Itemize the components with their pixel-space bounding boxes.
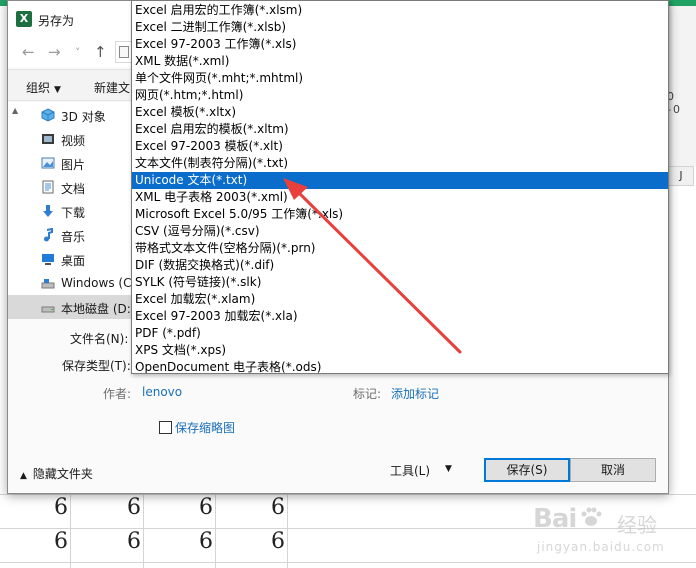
sidebar-item-music[interactable]: 音乐 xyxy=(8,223,134,247)
file-type-option[interactable]: XML 电子表格 2003(*.xml) xyxy=(132,189,668,206)
sidebar-item-3d-objects[interactable]: 3D 对象 xyxy=(8,103,134,127)
sidebar-item-label: 文档 xyxy=(61,182,86,196)
sidebar-item-windows-c[interactable]: Windows (C: xyxy=(8,271,136,295)
desktop-icon xyxy=(40,251,56,267)
sidebar-item-pictures[interactable]: 图片 xyxy=(8,151,134,175)
recent-locations-icon[interactable]: ˅ xyxy=(75,46,81,59)
sidebar-item-downloads[interactable]: 下载 xyxy=(8,199,134,223)
author-label: 作者: xyxy=(103,387,132,401)
ribbon-glyphs: 0 -0 xyxy=(667,90,682,116)
forward-arrow-icon[interactable]: → xyxy=(48,43,61,61)
paw-icon xyxy=(581,507,602,526)
file-type-option[interactable]: Excel 97-2003 加载宏(*.xla) xyxy=(132,308,668,325)
file-type-option[interactable]: Excel 97-2003 工作簿(*.xls) xyxy=(132,36,668,53)
save-button[interactable]: 保存(S) xyxy=(484,458,570,482)
chevron-up-icon: ▲ xyxy=(20,471,27,481)
file-type-option[interactable]: 文本文件(制表符分隔)(*.txt) xyxy=(132,155,668,172)
tools-caret-icon[interactable]: ▼ xyxy=(445,464,452,474)
cube-icon xyxy=(40,107,56,123)
save-thumbnail-checkbox[interactable] xyxy=(159,421,172,434)
file-type-dropdown-list[interactable]: Excel 启用宏的工作簿(*.xlsm) Excel 二进制工作簿(*.xlsb… xyxy=(131,0,669,374)
cell-value[interactable]: 6 xyxy=(213,495,285,520)
video-icon xyxy=(40,131,56,147)
download-icon xyxy=(40,203,56,219)
sidebar-item-label: 桌面 xyxy=(61,254,86,268)
cell-value[interactable]: 6 xyxy=(69,495,141,520)
drive-icon xyxy=(40,275,56,291)
picture-icon xyxy=(40,155,56,171)
document-icon xyxy=(40,179,56,195)
cell-value[interactable]: 6 xyxy=(0,495,68,520)
sidebar-item-label: 音乐 xyxy=(61,230,86,244)
watermark-brand: Bai xyxy=(533,504,577,534)
drive-icon xyxy=(40,299,56,315)
file-type-option[interactable]: CSV (逗号分隔)(*.csv) xyxy=(132,223,668,240)
tags-label: 标记: xyxy=(353,387,382,401)
sidebar-item-label: Windows (C: xyxy=(61,276,136,290)
sidebar-item-label: 3D 对象 xyxy=(61,110,106,124)
file-type-option[interactable]: XPS 文档(*.xps) xyxy=(132,342,668,359)
cell-value[interactable]: 6 xyxy=(141,495,213,520)
sidebar-item-desktop[interactable]: 桌面 xyxy=(8,247,134,271)
file-type-option[interactable]: OpenDocument 电子表格(*.ods) xyxy=(132,359,668,373)
watermark-suffix: 经验 xyxy=(617,513,657,537)
sidebar-item-label: 本地磁盘 (D: xyxy=(61,302,131,316)
cancel-button[interactable]: 取消 xyxy=(570,458,656,482)
grid-row xyxy=(0,562,696,568)
music-icon xyxy=(40,227,56,243)
caret-down-icon: ▼ xyxy=(54,85,61,95)
file-type-option[interactable]: PDF (*.pdf) xyxy=(132,325,668,342)
file-type-option[interactable]: Excel 启用宏的模板(*.xltm) xyxy=(132,121,668,138)
file-type-option[interactable]: Excel 启用宏的工作簿(*.xlsm) xyxy=(132,2,668,19)
file-type-option[interactable]: Excel 加载宏(*.xlam) xyxy=(132,291,668,308)
file-type-option[interactable]: SYLK (符号链接)(*.slk) xyxy=(132,274,668,291)
cell-value[interactable]: 6 xyxy=(213,529,285,554)
organize-menu[interactable]: 组织 ▼ xyxy=(26,79,61,96)
save-thumbnail-label[interactable]: 保存缩略图 xyxy=(175,419,235,436)
file-type-option[interactable]: XML 数据(*.xml) xyxy=(132,53,668,70)
watermark-url: jingyan.baidu.com xyxy=(537,540,665,554)
ribbon-edge: 0 -0 xyxy=(666,6,696,166)
hide-folders-label: 隐藏文件夹 xyxy=(32,467,93,481)
author-value[interactable]: lenovo xyxy=(142,385,182,399)
navigation-pane: ▲ 3D 对象 视频 图片 文档 下载 音乐 桌面 Windows (C: 本地… xyxy=(8,102,136,319)
filename-label: 文件名(N): xyxy=(70,332,129,346)
file-type-option[interactable]: 带格式文本文件(空格分隔)(*.prn) xyxy=(132,240,668,257)
new-folder-button[interactable]: 新建文 xyxy=(94,79,130,96)
dialog-title: 另存为 xyxy=(38,14,75,28)
cell-value[interactable]: 6 xyxy=(141,529,213,554)
tools-menu[interactable]: 工具(L) xyxy=(390,462,430,479)
cell-value[interactable]: 6 xyxy=(69,529,141,554)
hide-folders-toggle[interactable]: ▲ 隐藏文件夹 xyxy=(20,465,93,482)
grid-col xyxy=(287,494,288,568)
cell-value[interactable]: 6 xyxy=(0,529,68,554)
up-arrow-icon[interactable]: ↑ xyxy=(94,43,107,61)
sidebar-item-documents[interactable]: 文档 xyxy=(8,175,134,199)
file-type-option[interactable]: DIF (数据交换格式)(*.dif) xyxy=(132,257,668,274)
filetype-label: 保存类型(T): xyxy=(62,359,131,373)
column-header-j[interactable]: J xyxy=(668,166,694,186)
file-type-option[interactable]: Excel 97-2003 模板(*.xlt) xyxy=(132,138,668,155)
sidebar-item-videos[interactable]: 视频 xyxy=(8,127,134,151)
excel-app-icon: X xyxy=(16,11,32,27)
file-type-option[interactable]: 单个文件网页(*.mht;*.mhtml) xyxy=(132,70,668,87)
sidebar-item-local-disk-d[interactable]: 本地磁盘 (D: xyxy=(8,295,134,319)
file-type-option[interactable]: Excel 模板(*.xltx) xyxy=(132,104,668,121)
baidu-watermark: Bai 经验 jingyan.baidu.com xyxy=(533,502,693,562)
folder-path-icon xyxy=(119,46,129,58)
file-type-option[interactable]: Microsoft Excel 5.0/95 工作簿(*.xls) xyxy=(132,206,668,223)
file-type-options: Excel 启用宏的工作簿(*.xlsm) Excel 二进制工作簿(*.xlsb… xyxy=(132,2,668,373)
file-type-option[interactable]: 网页(*.htm;*.html) xyxy=(132,87,668,104)
file-type-option[interactable]: Unicode 文本(*.txt) xyxy=(132,172,668,189)
sidebar-item-label: 下载 xyxy=(61,206,86,220)
sidebar-item-label: 图片 xyxy=(61,158,86,172)
add-tags-link[interactable]: 添加标记 xyxy=(391,385,439,402)
organize-label: 组织 xyxy=(26,81,51,95)
sidebar-item-label: 视频 xyxy=(61,134,86,148)
file-type-option[interactable]: Excel 二进制工作簿(*.xlsb) xyxy=(132,19,668,36)
back-arrow-icon[interactable]: ← xyxy=(22,43,35,61)
